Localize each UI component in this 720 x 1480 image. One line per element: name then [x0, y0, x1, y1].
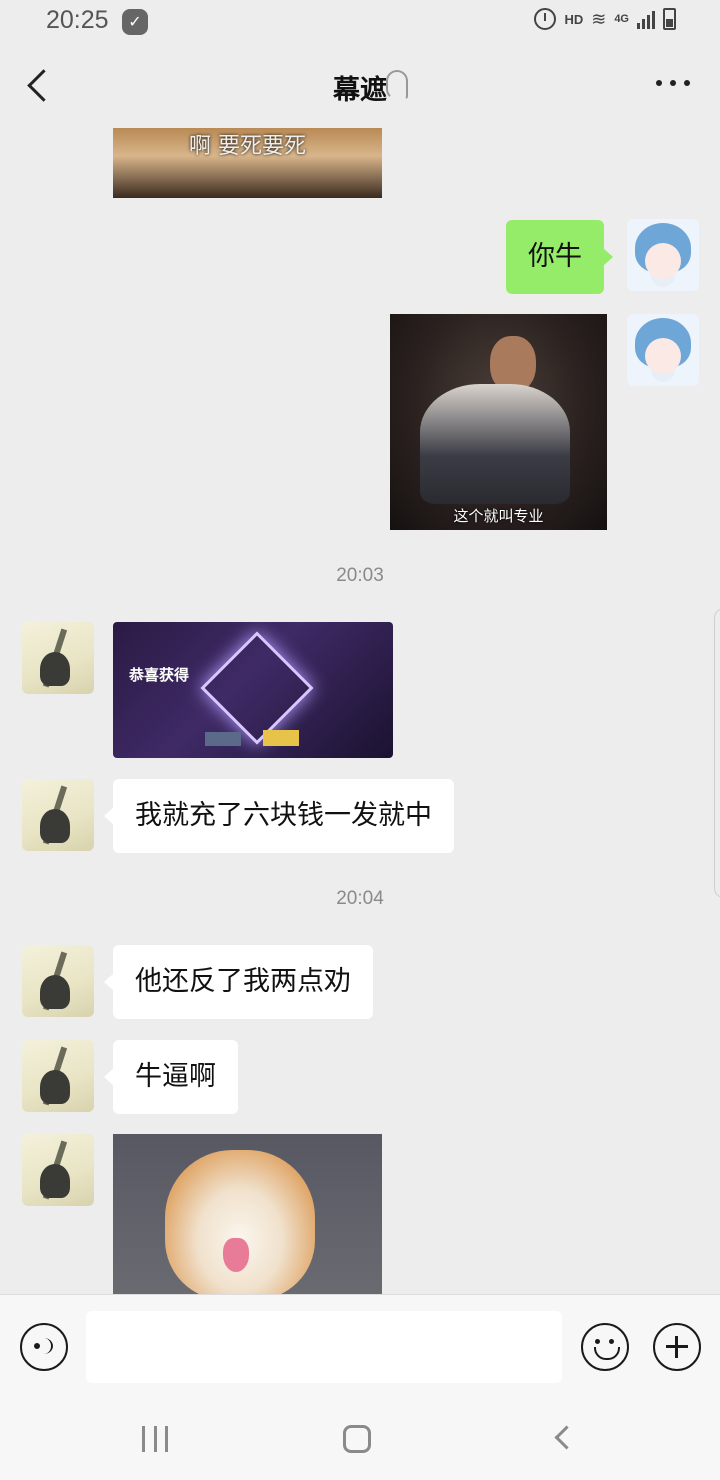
- system-back-button[interactable]: [552, 1427, 574, 1449]
- message-bubble-mine[interactable]: 你牛: [506, 220, 613, 294]
- earpiece-mode-icon: [386, 70, 408, 100]
- message-bubble-friend[interactable]: 牛逼啊: [104, 1040, 238, 1114]
- system-nav-bar: [0, 1400, 720, 1480]
- image-dog-face: [165, 1150, 315, 1294]
- friend-avatar[interactable]: [22, 1040, 94, 1112]
- image-message[interactable]: 这个就叫专业: [390, 314, 607, 530]
- status-time: 20:25: [46, 6, 109, 34]
- friend-avatar[interactable]: [22, 1134, 94, 1206]
- image-button-left: [205, 732, 241, 746]
- image-message[interactable]: 啊 要死要死: [113, 128, 382, 198]
- emoji-button[interactable]: [581, 1323, 629, 1371]
- message-bubble-friend[interactable]: 我就充了六块钱一发就中: [104, 779, 454, 853]
- hd-indicator: HD: [564, 11, 584, 27]
- my-avatar[interactable]: [627, 314, 699, 386]
- friend-avatar[interactable]: [22, 945, 94, 1017]
- notification-check-icon: ✓: [122, 9, 148, 35]
- image-figure: [420, 384, 570, 504]
- chat-title: 幕遮: [333, 75, 387, 106]
- message-timestamp: 20:04: [336, 888, 384, 909]
- message-input[interactable]: [86, 1311, 562, 1383]
- edge-panel-handle[interactable]: [714, 608, 720, 898]
- chat-header: 幕遮: [0, 44, 720, 128]
- image-decoration: [200, 631, 314, 745]
- more-options-button[interactable]: [656, 80, 690, 86]
- wifi-icon: ≋: [591, 8, 607, 29]
- image-caption: 啊 要死要死: [189, 134, 306, 159]
- voice-input-button[interactable]: [20, 1323, 68, 1371]
- image-caption: 恭喜获得: [129, 666, 190, 684]
- home-button[interactable]: [343, 1425, 371, 1453]
- message-list[interactable]: 啊 要死要死 你牛 这个就叫专业 20:03 恭喜获得 我就充了六块钱一发就中 …: [0, 128, 720, 1294]
- image-dog-tongue: [223, 1238, 249, 1272]
- signal-icon: [637, 9, 655, 29]
- message-bubble-friend[interactable]: 他还反了我两点劝: [104, 945, 373, 1019]
- network-type: 4G: [614, 12, 629, 25]
- recent-apps-button[interactable]: [142, 1426, 168, 1452]
- alarm-icon: [534, 8, 557, 30]
- input-bar: [0, 1294, 720, 1400]
- friend-avatar[interactable]: [22, 622, 94, 694]
- image-message[interactable]: 恭喜获得: [113, 622, 393, 758]
- status-icons: HD ≋ 4G: [534, 8, 676, 30]
- message-timestamp: 20:03: [336, 565, 384, 586]
- image-caption: 这个就叫专业: [453, 507, 544, 525]
- friend-avatar[interactable]: [22, 779, 94, 851]
- image-button-right: [263, 730, 299, 746]
- status-bar: 20:25 ✓ HD ≋ 4G: [0, 0, 720, 44]
- my-avatar[interactable]: [627, 219, 699, 291]
- battery-icon: [663, 8, 676, 30]
- image-message[interactable]: [113, 1134, 382, 1294]
- more-actions-button[interactable]: [653, 1323, 701, 1371]
